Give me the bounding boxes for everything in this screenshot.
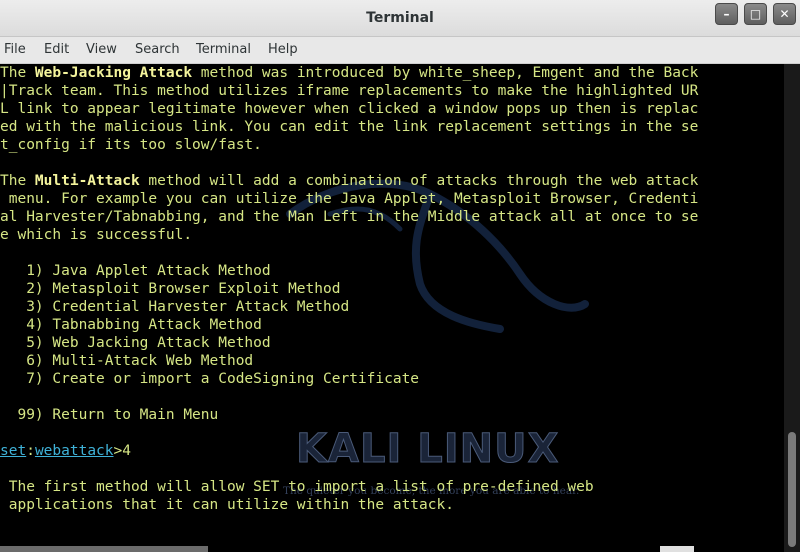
scrollbar-thumb[interactable] [788,432,796,547]
terminal-line: |Track team. This method utilizes iframe… [0,83,699,99]
terminal-line: al Harvester/Tabnabbing, and the Man Lef… [0,209,699,225]
close-button[interactable]: ✕ [773,3,796,25]
taskbar-strip [0,546,208,552]
window-title: Terminal [366,10,434,26]
prompt-module: webattack [34,443,114,459]
kali-linux-logo: KALI LINUX [295,426,560,473]
menu-terminal[interactable]: Terminal [196,42,251,57]
multi-attack-heading: Multi-Attack [34,173,140,189]
output-line: The first method will allow SET to impor… [0,479,594,495]
return-option: 99) Return to Main Menu [0,407,219,423]
menu-help[interactable]: Help [268,42,298,57]
menu-view[interactable]: View [86,42,117,57]
prompt-input: >4 [113,443,131,459]
window-controls: – □ ✕ [715,3,796,25]
command-prompt: set:webattack>4 [0,443,131,459]
menu-option: 6) Multi-Attack Web Method [0,353,254,369]
minimize-button[interactable]: – [715,3,738,25]
vertical-scrollbar[interactable] [784,64,800,552]
menu-file[interactable]: File [4,42,26,57]
menu-option: 1) Java Applet Attack Method [0,263,271,279]
terminal-line: menu. For example you can utilize the Ja… [0,191,699,207]
terminal-line: ed with the malicious link. You can edit… [0,119,699,135]
prompt-set: set [0,443,27,459]
menu-edit[interactable]: Edit [44,42,69,57]
menu-bar: File Edit View Search Terminal Help [0,37,800,64]
menu-option: 2) Metasploit Browser Exploit Method [0,281,341,297]
menu-option: 7) Create or import a CodeSigning Certif… [0,371,420,387]
terminal-line: t_config if its too slow/fast. [0,137,262,153]
output-line: applications that it can utilize within … [0,497,454,513]
menu-option: 4) Tabnabbing Attack Method [0,317,262,333]
web-jacking-heading: Web-Jacking Attack [34,65,193,81]
maximize-button[interactable]: □ [744,3,767,25]
terminal-line: The Web-Jacking Attack method was introd… [0,65,699,81]
terminal-line: The Multi-Attack method will add a combi… [0,173,699,189]
menu-search[interactable]: Search [135,42,180,57]
terminal-area[interactable]: KALI LINUX The quieter you become, the m… [0,64,784,552]
window-titlebar[interactable]: Terminal – □ ✕ [0,0,800,37]
taskbar-item [660,546,694,552]
menu-option: 3) Credential Harvester Attack Method [0,299,350,315]
terminal-line: L link to appear legitimate however when… [0,101,699,117]
menu-option: 5) Web Jacking Attack Method [0,335,271,351]
terminal-line: e which is successful. [0,227,193,243]
